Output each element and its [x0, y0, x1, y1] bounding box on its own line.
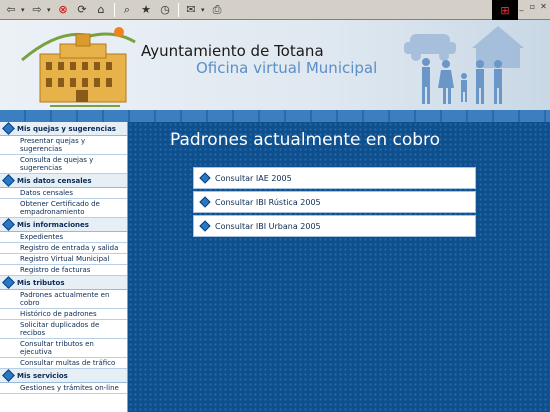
browser-toolbar: ⇦ ▾ ⇨ ▾ ⊗ ⟳ ⌂ ⌕ ★ ◷ ✉ ▾ ⎙ ⊞ _ ▫ ✕ — [0, 0, 550, 20]
site-subtitle: Oficina virtual Municipal — [196, 59, 378, 77]
link-label: Consultar IBI Rústica 2005 — [215, 197, 321, 207]
sidebar-section-datos-censales[interactable]: Mis datos censales — [0, 174, 127, 188]
toolbar-separator — [178, 2, 179, 17]
sidebar-section-quejas[interactable]: Mis quejas y sugerencias — [0, 122, 127, 136]
section-title: Mis tributos — [17, 278, 65, 287]
forward-icon[interactable]: ⇨ — [28, 2, 46, 18]
page-title: Padrones actualmente en cobro — [170, 130, 441, 150]
sidebar-item-historico-padrones[interactable]: Histórico de padrones — [0, 309, 127, 320]
back-dropdown-icon[interactable]: ▾ — [21, 6, 28, 14]
search-icon[interactable]: ⌕ — [118, 2, 136, 18]
sidebar-item-gestiones-online[interactable]: Gestiones y trámites on-line — [0, 383, 127, 394]
sidebar-item-consulta-quejas[interactable]: Consulta de quejas y sugerencias — [0, 155, 127, 174]
print-icon[interactable]: ⎙ — [208, 2, 226, 18]
minimize-icon[interactable]: _ — [517, 2, 526, 11]
family-illustration — [404, 26, 524, 104]
sidebar-item-registro-entrada[interactable]: Registro de entrada y salida — [0, 243, 127, 254]
mail-icon[interactable]: ✉ — [182, 2, 200, 18]
sidebar-section-informaciones[interactable]: Mis informaciones — [0, 218, 127, 232]
town-hall-logo — [21, 27, 136, 107]
site-header: Ayuntamiento de Totana Oficina virtual M… — [0, 20, 550, 112]
back-icon[interactable]: ⇦ — [2, 2, 20, 18]
sidebar-item-multas-trafico[interactable]: Consultar multas de tráfico — [0, 358, 127, 369]
refresh-icon[interactable]: ⟳ — [73, 2, 91, 18]
sidebar-item-registro-virtual[interactable]: Registro Virtual Municipal — [0, 254, 127, 265]
link-label: Consultar IBI Urbana 2005 — [215, 221, 321, 231]
diamond-bullet-icon — [2, 369, 15, 382]
diamond-bullet-icon — [199, 220, 211, 232]
stop-icon[interactable]: ⊗ — [54, 2, 72, 18]
close-icon[interactable]: ✕ — [539, 2, 548, 11]
diamond-bullet-icon — [199, 172, 211, 184]
sidebar-item-datos-censales[interactable]: Datos censales — [0, 188, 127, 199]
toolbar-separator — [114, 2, 115, 17]
sidebar-menu: Mis quejas y sugerencias Presentar queja… — [0, 122, 128, 412]
diamond-bullet-icon — [2, 174, 15, 187]
history-icon[interactable]: ◷ — [156, 2, 174, 18]
link-consultar-ibi-rustica[interactable]: Consultar IBI Rústica 2005 — [193, 191, 476, 213]
main-content: Padrones actualmente en cobro Consultar … — [128, 122, 550, 412]
restore-icon[interactable]: ▫ — [528, 2, 537, 11]
link-consultar-ibi-urbana[interactable]: Consultar IBI Urbana 2005 — [193, 215, 476, 237]
diamond-bullet-icon — [199, 196, 211, 208]
section-title: Mis informaciones — [17, 220, 89, 229]
diamond-bullet-icon — [2, 122, 15, 135]
site-title: Ayuntamiento de Totana — [141, 42, 324, 60]
sidebar-section-tributos[interactable]: Mis tributos — [0, 276, 127, 290]
sidebar-item-duplicados-recibos[interactable]: Solicitar duplicados de recibos — [0, 320, 127, 339]
section-title: Mis quejas y sugerencias — [17, 124, 116, 133]
section-title: Mis datos censales — [17, 176, 92, 185]
forward-dropdown-icon[interactable]: ▾ — [47, 6, 54, 14]
favorites-icon[interactable]: ★ — [137, 2, 155, 18]
mail-dropdown-icon[interactable]: ▾ — [201, 6, 208, 14]
sidebar-item-expedientes[interactable]: Expedientes — [0, 232, 127, 243]
sidebar-item-padrones-cobro[interactable]: Padrones actualmente en cobro — [0, 290, 127, 309]
diamond-bullet-icon — [2, 218, 15, 231]
sidebar-section-servicios[interactable]: Mis servicios — [0, 369, 127, 383]
home-icon[interactable]: ⌂ — [92, 2, 110, 18]
link-label: Consultar IAE 2005 — [215, 173, 292, 183]
link-consultar-iae[interactable]: Consultar IAE 2005 — [193, 167, 476, 189]
sidebar-item-certificado[interactable]: Obtener Certificado de empadronamiento — [0, 199, 127, 218]
window-controls: _ ▫ ✕ — [517, 2, 548, 11]
sidebar-item-presentar-quejas[interactable]: Presentar quejas y sugerencias — [0, 136, 127, 155]
section-title: Mis servicios — [17, 371, 68, 380]
windows-logo-icon: ⊞ — [492, 0, 518, 20]
header-stripe — [0, 110, 550, 122]
sidebar-item-registro-facturas[interactable]: Registro de facturas — [0, 265, 127, 276]
diamond-bullet-icon — [2, 276, 15, 289]
sidebar-item-tributos-ejecutiva[interactable]: Consultar tributos en ejecutiva — [0, 339, 127, 358]
